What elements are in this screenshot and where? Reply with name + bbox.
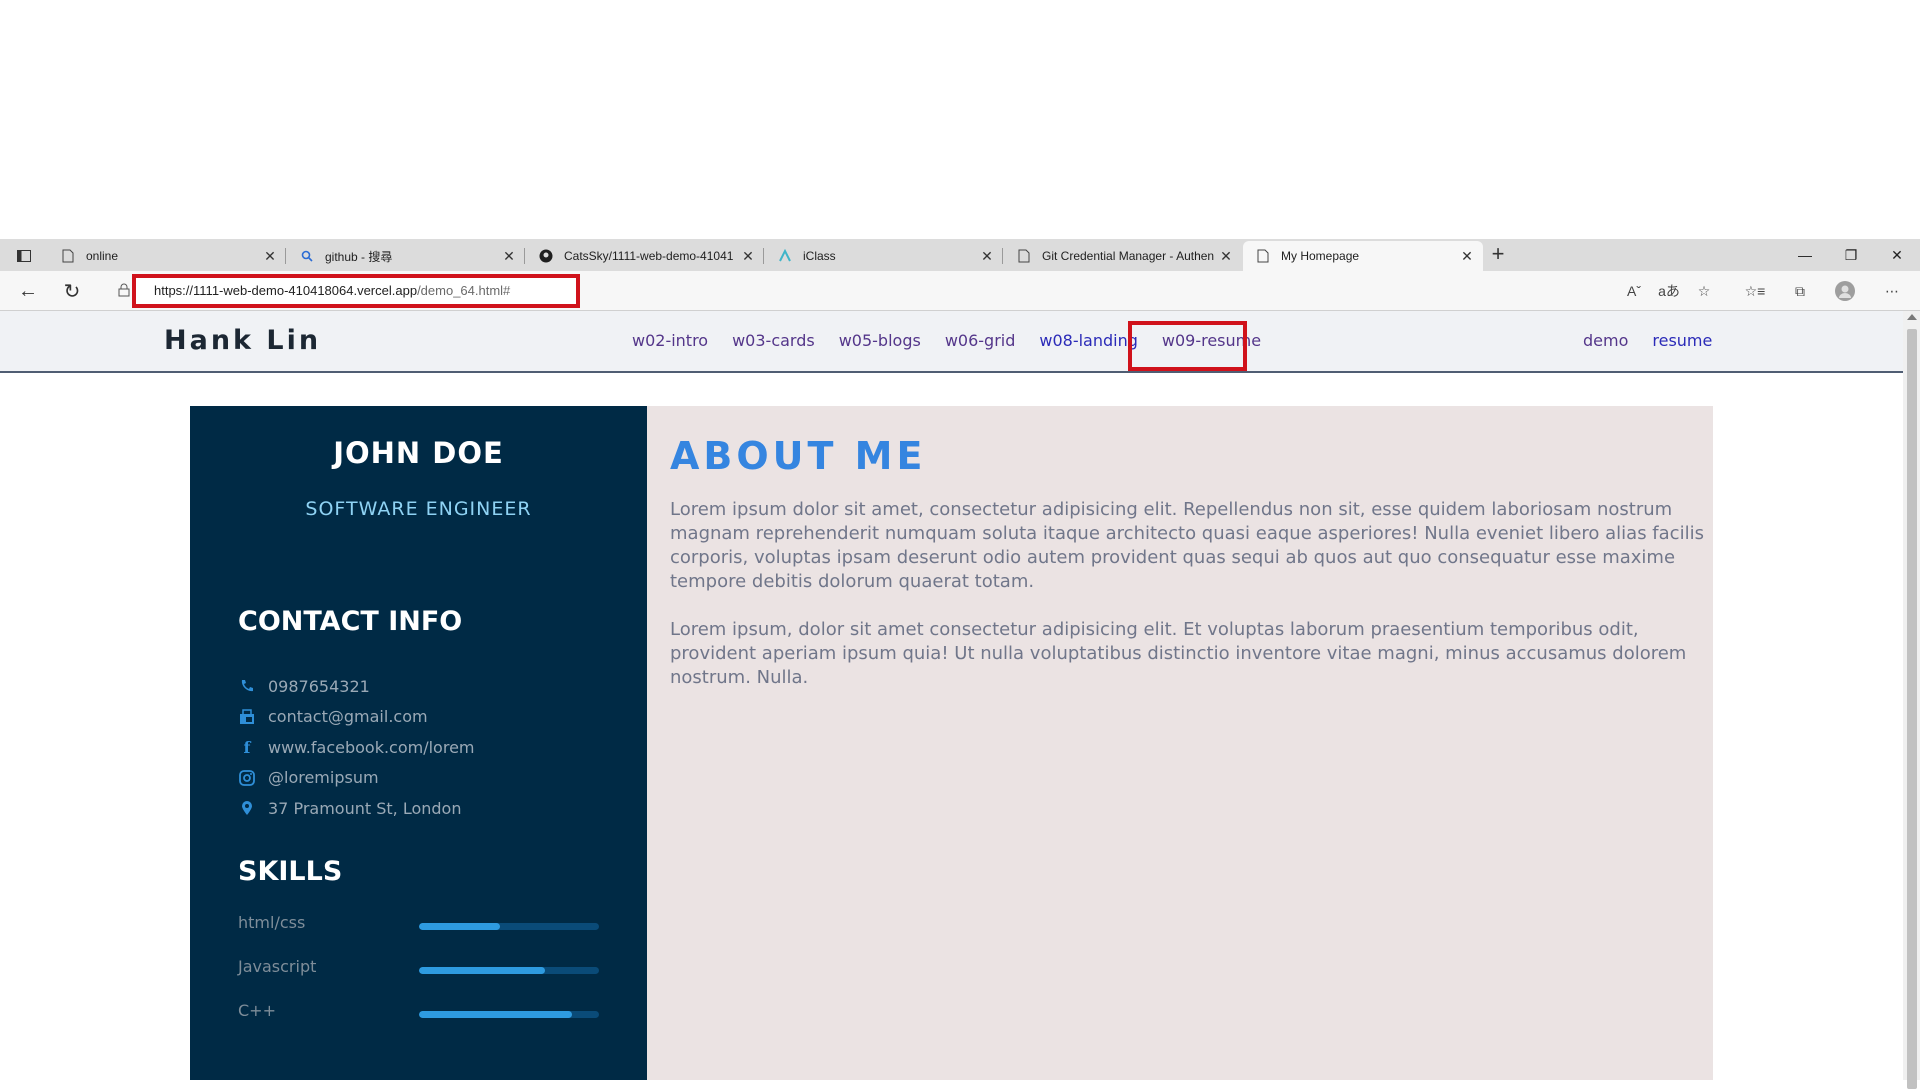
nav-link-w05-blogs[interactable]: w05-blogs xyxy=(839,331,921,350)
tab-title: online xyxy=(86,249,119,263)
tab-title: iClass xyxy=(803,249,836,263)
more-menu-icon[interactable]: ⋯ xyxy=(1881,280,1903,302)
skill-bar xyxy=(419,923,599,930)
close-icon[interactable]: ✕ xyxy=(260,248,280,265)
phone-icon xyxy=(238,677,256,695)
nav-link-w03-cards[interactable]: w03-cards xyxy=(732,331,815,350)
resume-sidebar: JOHN DOE SOFTWARE ENGINEER CONTACT INFO … xyxy=(190,406,647,1080)
address-bar[interactable]: https://1111-web-demo-410418064.vercel.a… xyxy=(132,274,580,308)
tab-git-credential[interactable]: Git Credential Manager - Authen ✕ xyxy=(1004,241,1242,271)
fax-icon xyxy=(238,708,256,726)
page-viewport: Hank Lin w02-intro w03-cards w05-blogs w… xyxy=(0,311,1920,1080)
tab-strip: online ✕ github - 搜尋 ✕ CatsSky/1111-web-… xyxy=(0,239,1920,271)
scrollbar-thumb[interactable] xyxy=(1907,329,1917,1089)
skills-heading: SKILLS xyxy=(238,856,343,887)
nav-link-w06-grid[interactable]: w06-grid xyxy=(945,331,1016,350)
favorites-list-icon[interactable]: ☆≡ xyxy=(1744,280,1766,302)
favorite-star-icon[interactable]: ☆ xyxy=(1693,280,1715,302)
location-pin-icon xyxy=(238,799,256,817)
nav-link-demo[interactable]: demo xyxy=(1583,331,1628,350)
skill-row: C++ xyxy=(238,999,601,1043)
about-paragraph-1: Lorem ipsum dolor sit amet, consectetur … xyxy=(670,499,1704,592)
tab-actions-button[interactable] xyxy=(10,245,38,267)
close-icon[interactable]: ✕ xyxy=(1457,248,1477,265)
tab-online[interactable]: online ✕ xyxy=(48,241,286,271)
tab-my-homepage[interactable]: My Homepage ✕ xyxy=(1243,241,1483,271)
skill-bar xyxy=(419,1011,599,1018)
search-icon xyxy=(299,248,315,264)
contact-facebook: f www.facebook.com/lorem xyxy=(238,732,475,763)
site-navbar: Hank Lin w02-intro w03-cards w05-blogs w… xyxy=(0,311,1903,373)
lock-icon xyxy=(118,283,130,297)
nav-link-w08-landing[interactable]: w08-landing xyxy=(1039,331,1138,350)
tab-iclass[interactable]: iClass ✕ xyxy=(765,241,1003,271)
github-icon xyxy=(538,248,554,264)
contact-list: 0987654321 contact@gmail.com f www.faceb… xyxy=(238,671,475,824)
iclass-icon xyxy=(777,248,793,264)
skill-row: html/css xyxy=(238,911,601,955)
contact-phone: 0987654321 xyxy=(238,671,475,702)
minimize-button[interactable]: — xyxy=(1782,239,1828,271)
contact-address: 37 Pramount St, London xyxy=(238,793,475,824)
instagram-icon xyxy=(238,769,256,787)
tab-title: CatsSky/1111-web-demo-41041 xyxy=(564,249,734,263)
page-scrollbar[interactable] xyxy=(1903,311,1920,1089)
refresh-button[interactable]: ↻ xyxy=(57,277,87,305)
profile-avatar-icon[interactable] xyxy=(1834,280,1856,302)
restore-button[interactable]: ❐ xyxy=(1828,239,1874,271)
new-tab-button[interactable]: + xyxy=(1486,243,1510,267)
tab-title: github - 搜尋 xyxy=(325,249,393,264)
close-icon[interactable]: ✕ xyxy=(1216,248,1236,265)
about-section: ABOUT ME Lorem ipsum dolor sit amet, con… xyxy=(647,406,1713,1080)
contact-instagram: @loremipsum xyxy=(238,763,475,794)
close-window-button[interactable]: ✕ xyxy=(1874,239,1920,271)
highlight-box xyxy=(1128,321,1247,371)
blank-area xyxy=(0,0,1920,239)
skill-bar xyxy=(419,967,599,974)
browser-toolbar: ← ↻ https://1111-web-demo-410418064.verc… xyxy=(0,271,1920,311)
translate-icon[interactable]: aあ xyxy=(1658,280,1680,302)
tab-title: Git Credential Manager - Authen xyxy=(1042,249,1215,263)
page-icon xyxy=(60,248,76,264)
close-icon[interactable]: ✕ xyxy=(977,248,997,265)
tab-github-search[interactable]: github - 搜尋 ✕ xyxy=(287,241,525,271)
tab-github-repo[interactable]: CatsSky/1111-web-demo-41041 ✕ xyxy=(526,241,764,271)
tab-title: My Homepage xyxy=(1281,249,1360,263)
page-icon xyxy=(1255,248,1271,264)
back-button[interactable]: ← xyxy=(13,277,43,305)
close-icon[interactable]: ✕ xyxy=(738,248,758,265)
scroll-up-arrow-icon[interactable] xyxy=(1907,314,1917,320)
site-brand[interactable]: Hank Lin xyxy=(164,325,321,356)
page-icon xyxy=(1016,248,1032,264)
resume-name: JOHN DOE xyxy=(333,436,504,470)
tab-actions-icon xyxy=(17,250,31,262)
skill-row: Javascript xyxy=(238,955,601,999)
close-icon[interactable]: ✕ xyxy=(499,248,519,265)
contact-heading: CONTACT INFO xyxy=(238,606,463,637)
nav-link-resume[interactable]: resume xyxy=(1652,331,1712,350)
facebook-icon: f xyxy=(243,737,251,757)
resume-role: SOFTWARE ENGINEER xyxy=(305,498,532,520)
collections-icon[interactable]: ⧉ xyxy=(1789,280,1811,302)
about-paragraph-2: Lorem ipsum, dolor sit amet consectetur … xyxy=(670,619,1687,688)
url-text: https://1111-web-demo-410418064.vercel.a… xyxy=(154,283,511,298)
about-heading: ABOUT ME xyxy=(670,434,927,478)
nav-link-w02-intro[interactable]: w02-intro xyxy=(632,331,708,350)
skills-list: html/css Javascript C++ xyxy=(238,911,601,1043)
site-nav-right: demo resume xyxy=(1583,331,1712,350)
contact-email: contact@gmail.com xyxy=(238,702,475,733)
read-aloud-icon[interactable]: Aˇ xyxy=(1623,280,1645,302)
